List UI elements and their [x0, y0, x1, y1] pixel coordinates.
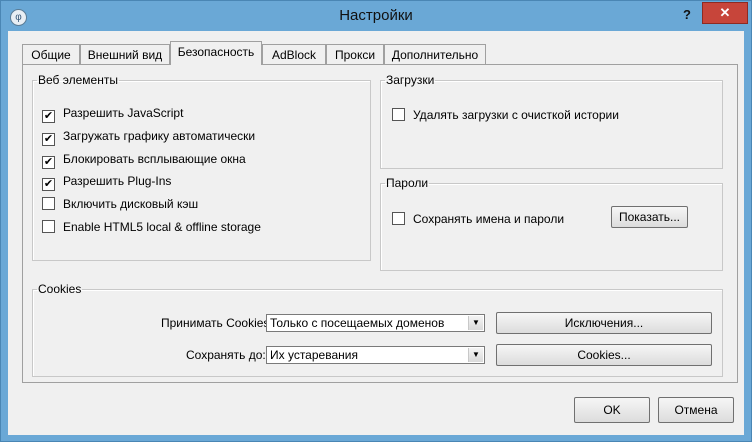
dialog-body: Общие Внешний вид Безопасность AdBlock П… — [8, 31, 744, 435]
keep-cookies-select[interactable]: Их устаревания ▼ — [266, 346, 485, 364]
checkbox-box — [392, 212, 405, 225]
security-tab-panel: Веб элементы ✔ Разрешить JavaScript ✔ Загр… — [22, 64, 738, 383]
keep-cookies-label: Сохранять до: — [186, 348, 266, 362]
window-title: Настройки — [339, 7, 413, 24]
accept-cookies-value: Только с посещаемых доменов — [270, 316, 445, 330]
tab-advanced[interactable]: Дополнительно — [384, 44, 486, 64]
chevron-down-icon: ▼ — [468, 316, 483, 330]
web-elements-legend: Веб элементы — [38, 73, 118, 87]
checkbox-box — [392, 108, 405, 121]
cookies-group: Cookies Принимать Cookies: Только с посе… — [32, 282, 723, 377]
settings-window: φ Настройки ? ✕ Общие Внешний вид Безопа… — [0, 0, 752, 442]
checkbox-label: Разрешить Plug-Ins — [63, 174, 172, 188]
tab-general[interactable]: Общие — [22, 44, 80, 64]
tab-proxy[interactable]: Прокси — [326, 44, 384, 64]
close-button[interactable]: ✕ — [702, 2, 748, 24]
checkbox-label: Загружать графику автоматически — [63, 129, 256, 143]
allow-plugins-checkbox[interactable]: ✔ Разрешить Plug-Ins — [42, 173, 172, 191]
block-popups-checkbox[interactable]: ✔ Блокировать всплывающие окна — [42, 151, 246, 169]
title-bar[interactable]: φ Настройки ? ✕ — [1, 1, 751, 31]
tab-adblock[interactable]: AdBlock — [262, 44, 326, 64]
cookies-button[interactable]: Cookies... — [496, 344, 712, 366]
show-passwords-button[interactable]: Показать... — [611, 206, 688, 228]
tab-appearance[interactable]: Внешний вид — [80, 44, 170, 64]
cookie-exceptions-button[interactable]: Исключения... — [496, 312, 712, 334]
checkbox-box: ✔ — [42, 178, 55, 191]
checkbox-label: Включить дисковый кэш — [63, 197, 199, 211]
passwords-legend: Пароли — [386, 176, 429, 190]
allow-javascript-checkbox[interactable]: ✔ Разрешить JavaScript — [42, 105, 184, 123]
keep-cookies-value: Их устаревания — [270, 348, 358, 362]
help-button[interactable]: ? — [677, 5, 697, 25]
checkbox-box: ✔ — [42, 156, 55, 169]
checkbox-box: ✔ — [42, 110, 55, 123]
load-images-checkbox[interactable]: ✔ Загружать графику автоматически — [42, 128, 256, 146]
cookies-legend: Cookies — [38, 282, 82, 296]
tab-security[interactable]: Безопасность — [170, 41, 262, 65]
cancel-button[interactable]: Отмена — [658, 397, 734, 423]
checkbox-label: Разрешить JavaScript — [63, 106, 184, 120]
checkbox-label: Enable HTML5 local & offline storage — [63, 220, 261, 234]
downloads-group: Загрузки Удалять загрузки с очисткой ист… — [380, 73, 723, 169]
checkbox-label: Сохранять имена и пароли — [413, 212, 565, 226]
disk-cache-checkbox[interactable]: Включить дисковый кэш — [42, 196, 198, 212]
passwords-group: Пароли Сохранять имена и пароли Показать… — [380, 176, 723, 271]
accept-cookies-label: Принимать Cookies: — [161, 316, 273, 330]
web-elements-group: Веб элементы ✔ Разрешить JavaScript ✔ Загр… — [32, 73, 371, 261]
html5-storage-checkbox[interactable]: Enable HTML5 local & offline storage — [42, 219, 261, 235]
chevron-down-icon: ▼ — [468, 348, 483, 362]
accept-cookies-select[interactable]: Только с посещаемых доменов ▼ — [266, 314, 485, 332]
downloads-legend: Загрузки — [386, 73, 435, 87]
checkbox-box — [42, 220, 55, 233]
ok-button[interactable]: OK — [574, 397, 650, 423]
save-passwords-checkbox[interactable]: Сохранять имена и пароли — [392, 211, 564, 227]
checkbox-label: Удалять загрузки с очисткой истории — [413, 108, 619, 122]
checkbox-box — [42, 197, 55, 210]
checkbox-label: Блокировать всплывающие окна — [63, 152, 246, 166]
checkbox-box: ✔ — [42, 133, 55, 146]
clear-downloads-checkbox[interactable]: Удалять загрузки с очисткой истории — [392, 107, 619, 123]
